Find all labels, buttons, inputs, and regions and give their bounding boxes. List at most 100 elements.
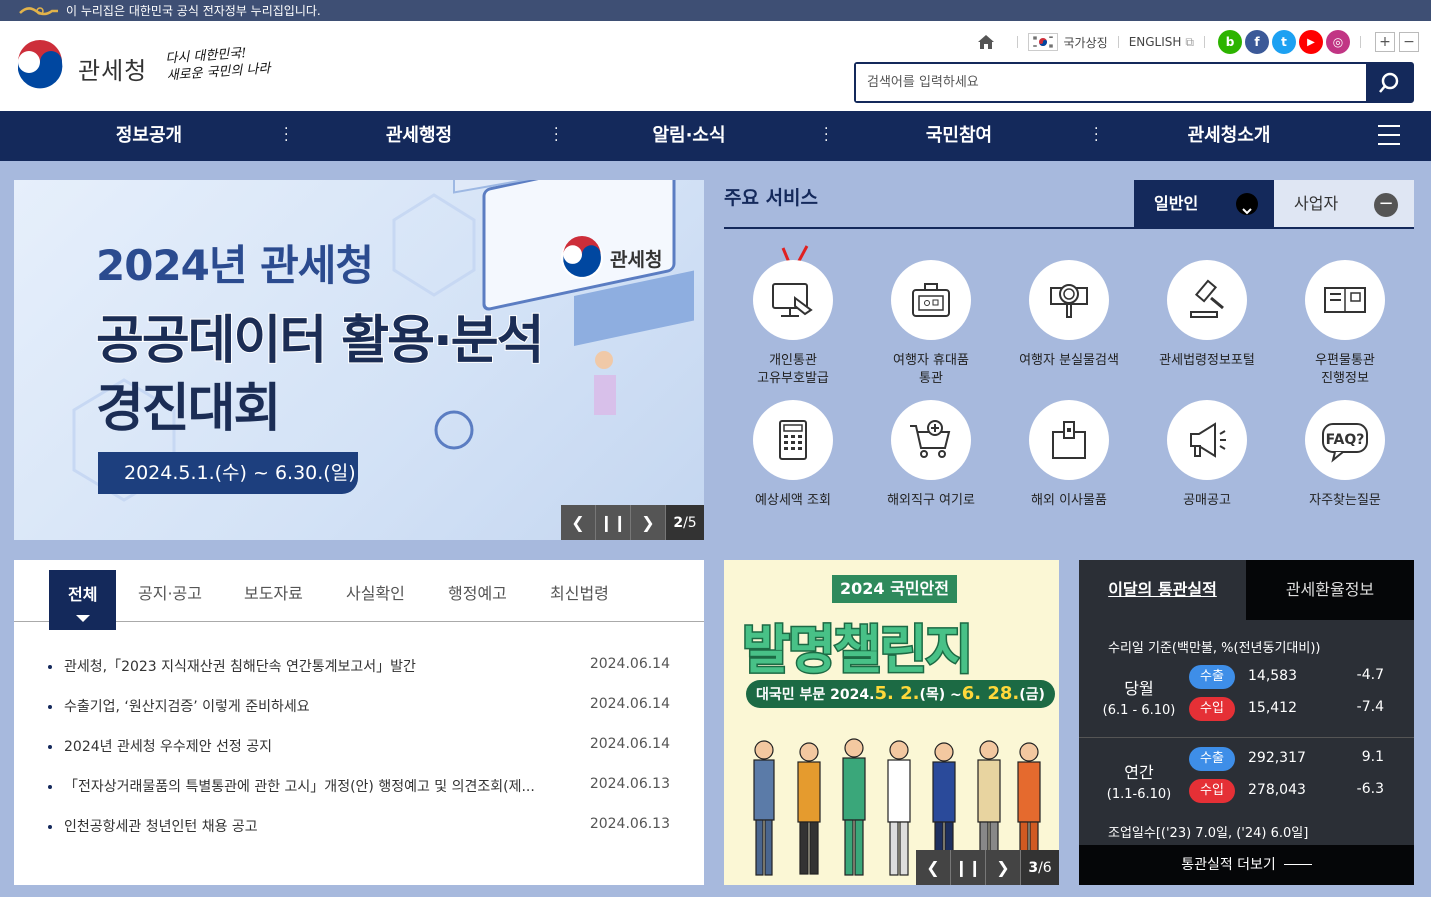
promo-controls: ❮ ❙❙ ❯ 3/6 — [916, 850, 1059, 885]
promo-banner[interactable]: 2024 국민안전 발명챌린지 대국민 부문 2024.5. 2.(목) ~6.… — [724, 560, 1059, 885]
service-postal-customs[interactable]: 우편물통관 진행정보 — [1276, 260, 1414, 388]
divider — [1117, 36, 1119, 48]
slide-counter: 3/6 — [1021, 850, 1059, 885]
tab-notices[interactable]: 공지·공고 — [138, 560, 202, 622]
clearance-days: 조업일수[('23) 7.0일, ('24) 6.0일] — [1108, 826, 1309, 841]
service-personal-customs-code[interactable]: 개인통관 고유부호발급 — [724, 260, 862, 388]
nav-separator: · · · — [1094, 121, 1099, 149]
banner-controls: ❮ ❙❙ ❯ 2/5 — [561, 505, 704, 540]
agency-name[interactable]: 관세청 — [78, 51, 147, 86]
more-stats-button[interactable]: 통관실적 더보기 — [1079, 845, 1414, 885]
facebook-icon[interactable]: f — [1245, 30, 1269, 54]
youtube-icon[interactable]: ▶ — [1299, 30, 1323, 54]
pause-button[interactable]: ❙❙ — [951, 850, 986, 885]
twitter-icon[interactable]: t — [1272, 30, 1296, 54]
export-value: 292,317 — [1248, 750, 1306, 766]
search-button[interactable] — [1366, 64, 1412, 101]
main-banner-slide[interactable]: 2024년 관세청 공공데이터 활용·분석 경진대회 2024.5.1.(수) … — [14, 180, 704, 540]
next-button[interactable]: ❯ — [986, 850, 1021, 885]
export-value: 14,583 — [1248, 668, 1297, 684]
services-divider — [724, 227, 1414, 229]
national-symbol-link[interactable]: 국가상징 — [1064, 34, 1108, 51]
mail-icon — [1324, 287, 1366, 313]
export-change: -4.7 — [1356, 667, 1384, 683]
taegeuk-logo-icon — [560, 236, 604, 280]
list-item[interactable]: 관세청,「2023 지식재산권 침해단속 연간통계보고서」발간 2024.06.1… — [48, 656, 670, 696]
nav-item-customs-admin[interactable]: 관세행정 — [319, 111, 519, 161]
slide-counter: 2/5 — [666, 505, 704, 540]
hamburger-menu-icon[interactable] — [1378, 125, 1400, 145]
stats-unit: 수리일 기준(백만불, %(전년동기대비)) — [1108, 641, 1321, 656]
nav-item-participation[interactable]: 국민참여 — [859, 111, 1059, 161]
monitor-hand-icon — [772, 283, 813, 317]
service-overseas-moving[interactable]: 해외 이사물품 — [1000, 400, 1138, 510]
search-input[interactable] — [856, 64, 1366, 101]
nav-item-info-disclosure[interactable]: 정보공개 — [49, 111, 249, 161]
chevron-down-icon — [1236, 193, 1258, 215]
english-link[interactable]: ENGLISH — [1129, 35, 1182, 49]
home-icon[interactable] — [977, 34, 995, 50]
promo-title: 발명챌린지 — [740, 620, 974, 683]
news-list: 관세청,「2023 지식재산권 침해단속 연간통계보고서」발간 2024.06.1… — [48, 656, 670, 856]
banner-title-line2: 공공데이터 활용·분석 — [95, 310, 545, 372]
list-item[interactable]: 2024년 관세청 우수제안 선정 공지 2024.06.14 — [48, 736, 670, 776]
next-button[interactable]: ❯ — [631, 505, 666, 540]
nav-separator: · · · — [824, 121, 829, 149]
arrow-right-icon — [1283, 857, 1312, 865]
blog-icon[interactable]: b — [1218, 30, 1242, 54]
zoom-in-button[interactable]: + — [1375, 32, 1395, 52]
gavel-icon — [1190, 279, 1224, 318]
tab-business[interactable]: 사업자 − — [1274, 180, 1414, 228]
service-lost-and-found[interactable]: 여행자 분실물검색 — [1000, 260, 1138, 370]
tab-latest-laws[interactable]: 최신법령 — [550, 560, 609, 622]
divider — [1016, 36, 1018, 48]
export-change: 9.1 — [1361, 749, 1384, 765]
tab-monthly-clearance[interactable]: 이달의 통관실적 — [1079, 560, 1246, 620]
banner-logo-text: 관세청 — [610, 248, 663, 271]
korea-flag-icon — [1027, 33, 1058, 51]
list-item[interactable]: 수출기업, ‘원산지검증’ 이렇게 준비하세요 2024.06.14 — [48, 696, 670, 736]
utility-menu: 국가상징 ENGLISH ⧉ b f t ▶ ◎ + − — [977, 30, 1419, 54]
zoom-out-button[interactable]: − — [1399, 32, 1419, 52]
prev-button[interactable]: ❮ — [561, 505, 596, 540]
nav-item-about[interactable]: 관세청소개 — [1129, 111, 1329, 161]
nav-item-news[interactable]: 알림·소식 — [589, 111, 789, 161]
faq-icon: FAQ? — [1322, 423, 1368, 463]
service-overseas-direct-purchase[interactable]: 해외직구 여기로 — [862, 400, 1000, 510]
service-public-auction[interactable]: 공매공고 — [1138, 400, 1276, 510]
tab-admin-notice[interactable]: 행정예고 — [448, 560, 507, 622]
service-customs-law-portal[interactable]: 관세법령정보포털 — [1138, 260, 1276, 370]
site-header: 관세청 다시 대한민국! 새로운 국민의 나라 국가상징 ENGLISH ⧉ b… — [0, 21, 1431, 111]
tab-general[interactable]: 일반인 — [1134, 180, 1274, 228]
taegeuk-logo-icon[interactable] — [14, 40, 66, 92]
search-bar — [854, 62, 1414, 103]
gov-logo-icon — [19, 6, 58, 15]
services-title: 주요 서비스 — [724, 187, 819, 209]
tab-press-release[interactable]: 보도자료 — [244, 560, 303, 622]
main-navigation: 정보공개 · · · 관세행정 · · · 알림·소식 · · · 국민참여 · · · 관세청… — [0, 111, 1431, 161]
prev-button[interactable]: ❮ — [916, 850, 951, 885]
trade-stats-panel: 이달의 통관실적 관세환율정보 수리일 기준(백만불, %(전년동기대비)) 당… — [1079, 560, 1414, 885]
import-badge: 수입 — [1189, 779, 1235, 803]
import-change: -6.3 — [1356, 781, 1384, 797]
list-item[interactable]: 「전자상거래물품의 특별통관에 관한 고시」개정(안) 행정예고 및 의견조회(… — [48, 776, 670, 816]
calculator-icon — [779, 420, 807, 460]
banner-date: 2024.5.1.(수) ~ 6.30.(일) — [98, 452, 358, 494]
svg-text:FAQ?: FAQ? — [1326, 432, 1365, 448]
list-item[interactable]: 인천공항세관 청년인턴 채용 공고 2024.06.13 — [48, 816, 670, 856]
import-badge: 수입 — [1189, 697, 1235, 721]
service-traveler-goods[interactable]: 여행자 휴대품 통관 — [862, 260, 1000, 388]
service-tax-estimate[interactable]: 예상세액 조회 — [724, 400, 862, 510]
megaphone-icon — [1190, 422, 1226, 458]
banner-title-line3: 경진대회 — [96, 379, 281, 439]
import-value: 278,043 — [1248, 782, 1306, 798]
minus-icon: − — [1374, 193, 1398, 217]
instagram-icon[interactable]: ◎ — [1326, 30, 1350, 54]
tab-fact-check[interactable]: 사실확인 — [346, 560, 405, 622]
pause-button[interactable]: ❙❙ — [596, 505, 631, 540]
tab-exchange-rate[interactable]: 관세환율정보 — [1246, 560, 1414, 620]
news-panel: 전체 공지·공고 보도자료 사실확인 행정예고 최신법령 관세청,「2023 지… — [14, 560, 704, 885]
service-faq[interactable]: FAQ? 자주찾는질문 — [1276, 400, 1414, 510]
tab-all[interactable]: 전체 — [49, 570, 117, 630]
banner-title-line1: 2024년 관세청 — [96, 241, 374, 290]
